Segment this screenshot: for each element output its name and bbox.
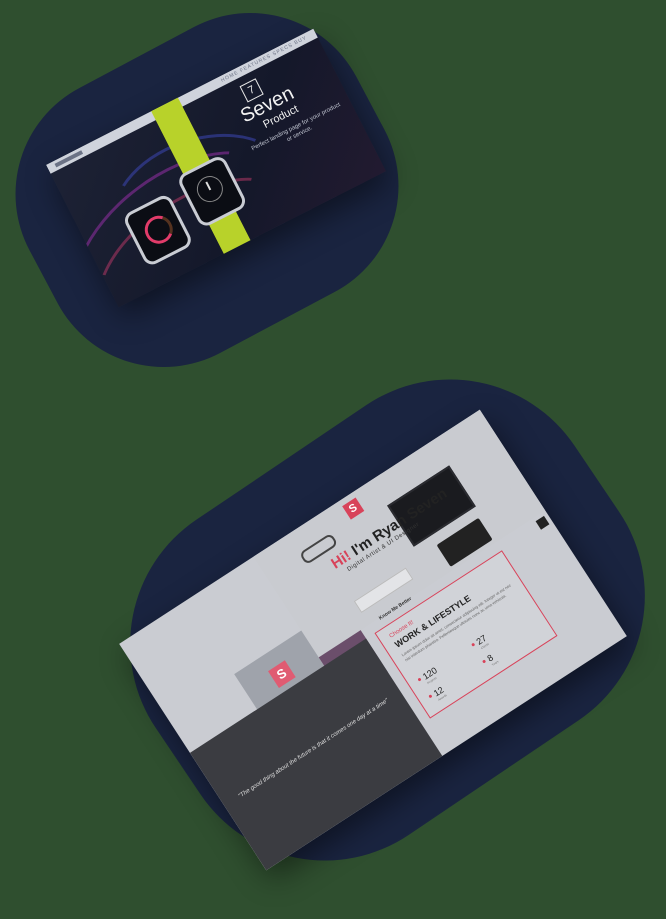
- quote-text: "The good thing about the future is that…: [237, 698, 390, 800]
- logo-badge: S: [268, 660, 296, 688]
- bullet-icon: [417, 677, 422, 682]
- activity-ring-icon: [139, 210, 178, 249]
- bullet-icon: [482, 659, 487, 664]
- bullet-icon: [471, 642, 476, 647]
- scroll-button[interactable]: [535, 515, 550, 530]
- clock-face-icon: [192, 171, 228, 207]
- bullet-icon: [428, 694, 433, 699]
